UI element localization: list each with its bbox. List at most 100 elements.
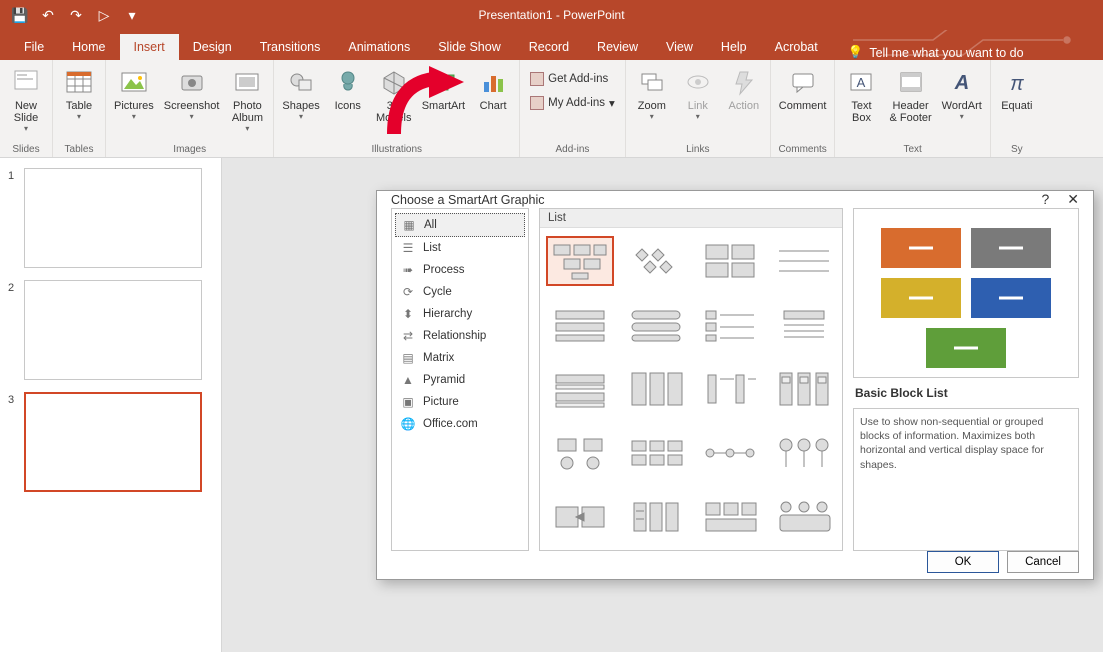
- slide-thumbnail[interactable]: 1: [8, 168, 213, 268]
- category-hierarchy[interactable]: ⬍Hierarchy: [395, 303, 525, 325]
- zoom-button[interactable]: Zoom ▾: [632, 64, 672, 121]
- graphic-option[interactable]: [698, 492, 762, 542]
- category-pyramid[interactable]: ▲Pyramid: [395, 369, 525, 391]
- app-title: Presentation1 - PowerPoint: [478, 8, 624, 22]
- tab-file[interactable]: File: [10, 34, 58, 60]
- graphic-option[interactable]: [772, 300, 836, 350]
- tab-review[interactable]: Review: [583, 34, 652, 60]
- dialog-help-button[interactable]: ?: [1041, 191, 1049, 208]
- zoom-icon: [636, 66, 668, 98]
- graphic-grid[interactable]: [540, 228, 842, 550]
- get-addins-button[interactable]: Get Add-ins: [526, 70, 612, 88]
- graphic-option[interactable]: [546, 492, 614, 542]
- graphic-option[interactable]: [698, 428, 762, 478]
- smartart-button[interactable]: SmartArt: [420, 64, 467, 112]
- header-footer-button[interactable]: Header & Footer: [887, 64, 933, 124]
- screenshot-button[interactable]: Screenshot ▾: [162, 64, 222, 121]
- graphic-option[interactable]: [546, 364, 614, 414]
- graphic-option[interactable]: [698, 236, 762, 286]
- comment-button[interactable]: Comment: [777, 64, 829, 112]
- dialog-close-button[interactable]: ✕: [1067, 191, 1079, 208]
- graphic-option[interactable]: [624, 364, 688, 414]
- table-button[interactable]: Table ▾: [59, 64, 99, 121]
- graphic-option[interactable]: [546, 236, 614, 286]
- tab-transitions[interactable]: Transitions: [246, 34, 335, 60]
- action-button[interactable]: Action: [724, 64, 764, 112]
- tab-animations[interactable]: Animations: [334, 34, 424, 60]
- slide-thumbnail[interactable]: 2: [8, 280, 213, 380]
- graphic-option[interactable]: [772, 492, 836, 542]
- tab-home[interactable]: Home: [58, 34, 119, 60]
- preview-title: Basic Block List: [853, 386, 1079, 400]
- tab-slideshow[interactable]: Slide Show: [424, 34, 515, 60]
- cancel-button[interactable]: Cancel: [1007, 551, 1079, 573]
- globe-icon: 🌐: [401, 417, 415, 431]
- ribbon: New Slide ▾ Slides Table ▾ Tables Pi: [0, 60, 1103, 158]
- slide-thumbnail[interactable]: 3: [8, 392, 213, 492]
- link-button[interactable]: Link ▾: [678, 64, 718, 121]
- textbox-button[interactable]: A Text Box: [841, 64, 881, 124]
- my-addins-button[interactable]: My Add-ins▾: [526, 94, 619, 112]
- start-slideshow-icon[interactable]: ▷: [94, 5, 114, 25]
- tab-help[interactable]: Help: [707, 34, 761, 60]
- tab-insert[interactable]: Insert: [120, 34, 179, 60]
- cycle-icon: ⟳: [401, 285, 415, 299]
- dialog-buttons: OK Cancel: [377, 551, 1093, 581]
- category-process[interactable]: ➠Process: [395, 259, 525, 281]
- qat-more-icon[interactable]: ▾: [122, 5, 142, 25]
- wordart-button[interactable]: A WordArt ▾: [940, 64, 984, 121]
- tell-me[interactable]: 💡 Tell me what you want to do: [848, 45, 1024, 60]
- undo-icon[interactable]: ↶: [38, 5, 58, 25]
- photo-album-button[interactable]: Photo Album ▾: [227, 64, 267, 133]
- group-slides: New Slide ▾ Slides: [0, 60, 53, 157]
- graphic-option[interactable]: [624, 236, 688, 286]
- graphic-option[interactable]: [624, 300, 688, 350]
- category-office[interactable]: 🌐Office.com: [395, 413, 525, 435]
- preview-pane: Basic Block List Use to show non-sequent…: [853, 208, 1079, 551]
- tab-design[interactable]: Design: [179, 34, 246, 60]
- category-list[interactable]: ☰List: [395, 237, 525, 259]
- graphic-option[interactable]: [698, 300, 762, 350]
- graphic-option[interactable]: [772, 364, 836, 414]
- category-list: ▦All ☰List ➠Process ⟳Cycle ⬍Hierarchy ⇄R…: [391, 208, 529, 551]
- relationship-icon: ⇄: [401, 329, 415, 343]
- chevron-down-icon: ▾: [24, 124, 28, 133]
- redo-icon[interactable]: ↷: [66, 5, 86, 25]
- tab-acrobat[interactable]: Acrobat: [761, 34, 832, 60]
- pictures-button[interactable]: Pictures ▾: [112, 64, 156, 121]
- chart-button[interactable]: Chart: [473, 64, 513, 112]
- group-illustrations: Shapes ▾ Icons 3D Models ▾ Smar: [274, 60, 520, 157]
- 3d-models-button[interactable]: 3D Models ▾: [374, 64, 414, 133]
- new-slide-button[interactable]: New Slide ▾: [6, 64, 46, 133]
- textbox-icon: A: [845, 66, 877, 98]
- category-cycle[interactable]: ⟳Cycle: [395, 281, 525, 303]
- ok-button[interactable]: OK: [927, 551, 999, 573]
- smartart-dialog: Choose a SmartArt Graphic ? ✕ ▦All ☰List…: [376, 190, 1094, 580]
- category-picture[interactable]: ▣Picture: [395, 391, 525, 413]
- category-all[interactable]: ▦All: [395, 213, 525, 237]
- new-slide-icon: [10, 66, 42, 98]
- lightbulb-icon: 💡: [848, 45, 864, 60]
- group-symbols: π Equati Sy: [991, 60, 1043, 157]
- graphic-option[interactable]: [624, 428, 688, 478]
- graphic-option[interactable]: [624, 492, 688, 542]
- shapes-icon: [285, 66, 317, 98]
- graphic-option[interactable]: [546, 428, 614, 478]
- icons-button[interactable]: Icons: [328, 64, 368, 112]
- equation-button[interactable]: π Equati: [997, 64, 1037, 112]
- graphic-option[interactable]: [698, 364, 762, 414]
- graphic-option[interactable]: [546, 300, 614, 350]
- graphic-option[interactable]: [772, 236, 836, 286]
- save-icon[interactable]: 💾: [10, 5, 30, 25]
- chevron-down-icon: ▾: [960, 112, 964, 121]
- category-relationship[interactable]: ⇄Relationship: [395, 325, 525, 347]
- graphic-option[interactable]: [772, 428, 836, 478]
- shapes-button[interactable]: Shapes ▾: [280, 64, 321, 121]
- ribbon-tabs: File Home Insert Design Transitions Anim…: [0, 30, 1103, 60]
- category-matrix[interactable]: ▤Matrix: [395, 347, 525, 369]
- tab-view[interactable]: View: [652, 34, 707, 60]
- tab-record[interactable]: Record: [515, 34, 583, 60]
- chevron-down-icon: ▾: [190, 112, 194, 121]
- process-icon: ➠: [401, 263, 415, 277]
- chart-icon: [477, 66, 509, 98]
